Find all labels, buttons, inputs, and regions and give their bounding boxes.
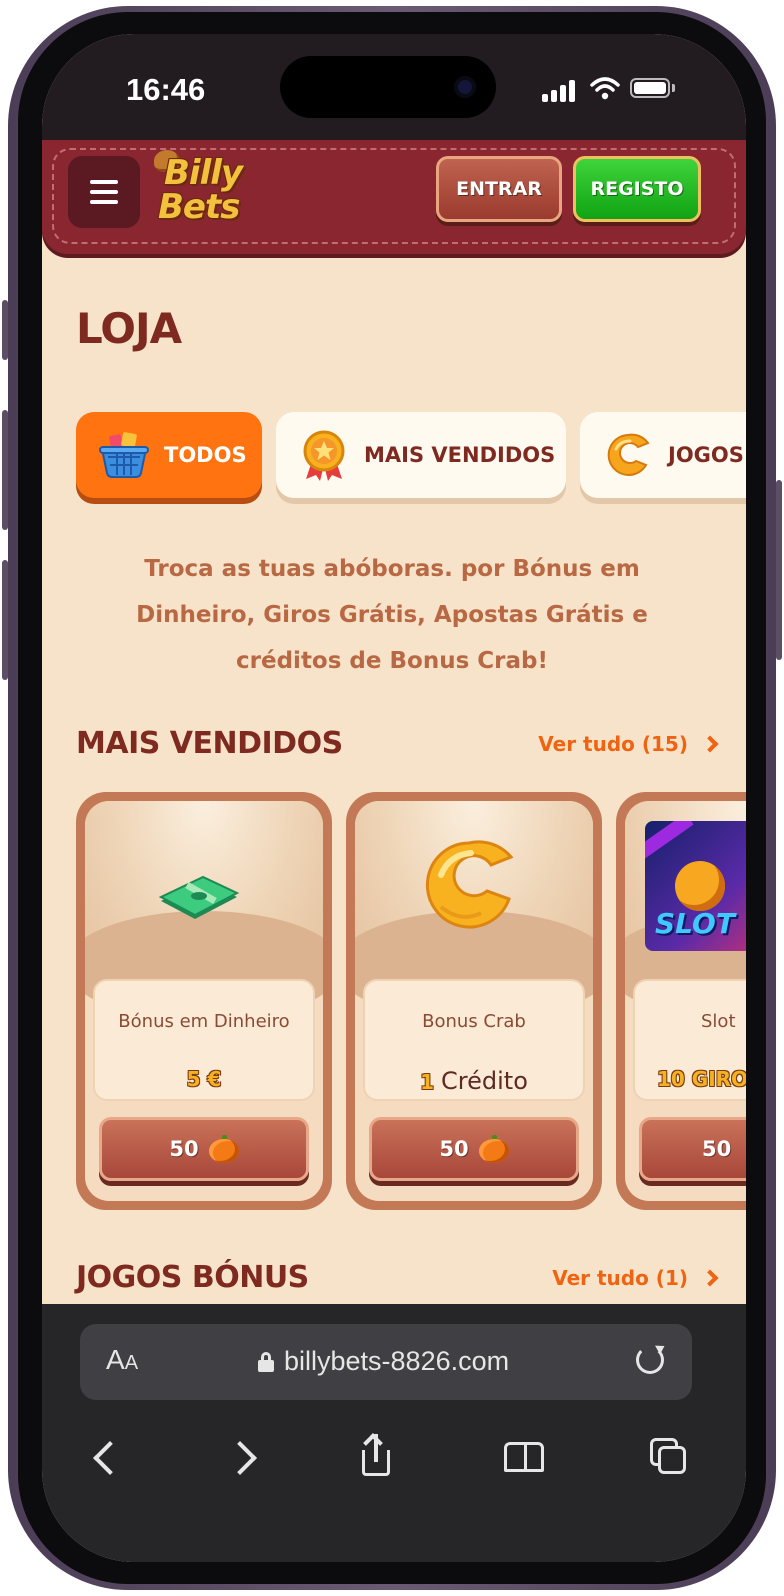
see-all-label: Ver tudo (1)	[552, 1266, 688, 1290]
card-details: Slot 10 GIRO	[633, 979, 746, 1101]
basket-icon	[99, 432, 149, 478]
tab-todos-label: TODOS	[164, 443, 247, 467]
best-sellers-title: MAIS VENDIDOS	[76, 726, 343, 761]
text-size-button[interactable]: AA	[106, 1344, 138, 1376]
status-time: 16:46	[126, 72, 206, 107]
cash-stack-icon	[158, 875, 240, 919]
price-label: 50	[702, 1137, 732, 1161]
product-card-slot[interactable]: SLOT Slot 10 GIRO 50	[616, 792, 746, 1210]
camera-icon	[454, 76, 476, 98]
forward-icon[interactable]	[220, 1434, 268, 1482]
credit-amount: 1	[420, 1070, 435, 1094]
slot-thumbnail-text: SLOT	[655, 907, 735, 940]
tab-mais-vendidos[interactable]: MAIS VENDIDOS	[276, 412, 566, 498]
product-value: 5 €	[186, 1067, 222, 1091]
buy-button[interactable]: 50	[99, 1117, 309, 1181]
product-card-bonus-crab[interactable]: Bonus Crab 1 Crédito 50	[346, 792, 602, 1210]
product-value: 10 GIRO	[657, 1067, 746, 1091]
cellular-signal-icon	[542, 80, 578, 102]
dynamic-island	[280, 56, 496, 118]
site-header: Billy Bets ENTRAR REGISTO	[42, 140, 746, 254]
product-name: Slot	[701, 1011, 736, 1032]
browser-toolbar: AA billybets-8826.com	[42, 1304, 746, 1562]
url-display[interactable]: billybets-8826.com	[258, 1346, 509, 1377]
buy-button[interactable]: 50	[639, 1117, 746, 1181]
page-title: LOJA	[76, 304, 182, 353]
bonus-games-header: JOGOS BÓNUS Ver tudo (1)	[76, 1260, 719, 1308]
best-sellers-see-all-link[interactable]: Ver tudo (15)	[538, 732, 719, 756]
product-value: 1 Crédito	[365, 1067, 583, 1095]
crab-coin-icon	[425, 840, 514, 929]
product-name: Bónus em Dinheiro	[118, 1011, 290, 1032]
credit-unit: Crédito	[441, 1067, 528, 1095]
battery-icon	[630, 78, 670, 98]
logo-line2: Bets	[158, 187, 240, 227]
product-card-cash-bonus[interactable]: Bónus em Dinheiro 5 € 50	[76, 792, 332, 1210]
phone-volume-up	[2, 410, 8, 530]
screen: 16:46 Billy Bets ENTRAR REGISTO LOJA TOD…	[42, 34, 746, 1562]
product-name: Bonus Crab	[422, 1011, 526, 1032]
tab-jogos[interactable]: JOGOS	[580, 412, 746, 498]
chevron-right-icon	[701, 1269, 719, 1287]
browser-nav-row	[42, 1428, 746, 1488]
reload-icon[interactable]	[636, 1346, 664, 1374]
bonus-games-title: JOGOS BÓNUS	[76, 1260, 309, 1295]
menu-icon	[90, 180, 118, 184]
text-size-label: A	[106, 1344, 125, 1375]
url-text: billybets-8826.com	[284, 1346, 510, 1376]
tab-jogos-label: JOGOS	[668, 443, 744, 467]
share-icon[interactable]	[352, 1433, 400, 1482]
lock-icon	[258, 1351, 274, 1372]
buy-button[interactable]: 50	[369, 1117, 579, 1181]
bookmarks-icon[interactable]	[500, 1434, 548, 1482]
see-all-label: Ver tudo (15)	[538, 732, 688, 756]
phone-power-button	[776, 480, 782, 660]
wifi-icon	[590, 77, 620, 100]
category-tabs: TODOS MAIS VENDIDOS JOGOS	[76, 412, 746, 504]
battery-tip	[672, 84, 675, 92]
price-label: 50	[439, 1137, 469, 1161]
tab-todos[interactable]: TODOS	[76, 412, 262, 498]
bonus-games-see-all-link[interactable]: Ver tudo (1)	[552, 1266, 719, 1290]
card-details: Bonus Crab 1 Crédito	[363, 979, 585, 1101]
crab-coin-icon	[607, 433, 650, 476]
logo-line1: Billy	[164, 153, 243, 193]
medal-icon	[303, 430, 345, 481]
hamburger-menu-button[interactable]	[68, 156, 140, 228]
phone-mute-switch	[2, 300, 8, 360]
tab-mais-vendidos-label: MAIS VENDIDOS	[364, 443, 556, 467]
login-button[interactable]: ENTRAR	[436, 156, 562, 222]
pumpkin-icon	[208, 1135, 239, 1163]
tabs-icon[interactable]	[646, 1434, 694, 1482]
back-icon[interactable]	[82, 1434, 130, 1482]
billy-bets-logo[interactable]: Billy Bets	[154, 150, 250, 234]
chevron-right-icon	[701, 735, 719, 753]
status-bar: 16:46	[42, 34, 746, 140]
shop-tagline: Troca as tuas abóboras. por Bónus em Din…	[136, 556, 648, 674]
phone-volume-down	[2, 560, 8, 680]
register-button[interactable]: REGISTO	[573, 156, 701, 222]
text-size-label-small: A	[124, 1352, 139, 1374]
pumpkin-icon	[478, 1135, 509, 1163]
price-label: 50	[169, 1137, 199, 1161]
address-bar[interactable]: AA billybets-8826.com	[80, 1324, 692, 1400]
best-sellers-carousel[interactable]: Bónus em Dinheiro 5 € 50 Bonus Crab 1 Cr…	[76, 792, 746, 1212]
best-sellers-header: MAIS VENDIDOS Ver tudo (15)	[76, 726, 719, 774]
card-details: Bónus em Dinheiro 5 €	[93, 979, 315, 1101]
slot-game-thumbnail: SLOT	[645, 821, 746, 951]
